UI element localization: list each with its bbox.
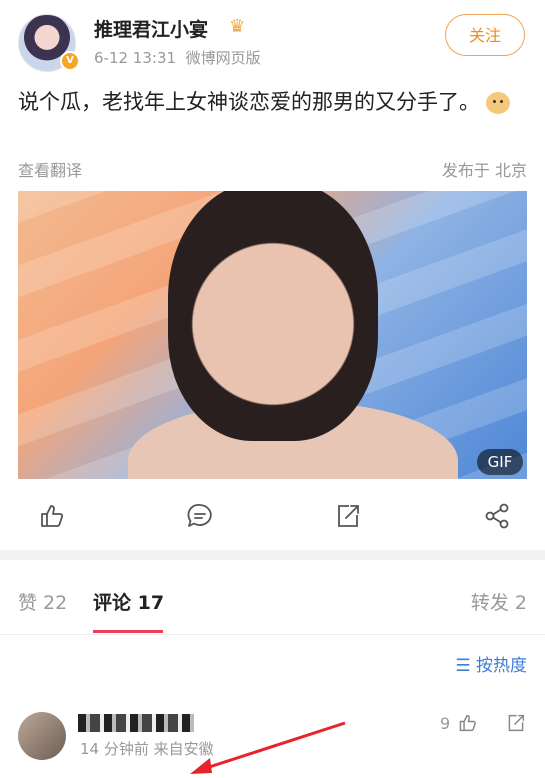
like-button[interactable]: [36, 501, 66, 531]
comment-button[interactable]: [185, 501, 215, 531]
tab-reposts[interactable]: 转发 2: [471, 588, 527, 615]
sort-icon: ☰: [455, 656, 471, 676]
tab-likes[interactable]: 赞 22: [18, 588, 67, 615]
post-text: 说个瓜，老找年上女神谈恋爱的那男的又分手了。: [18, 86, 523, 118]
author-name[interactable]: 推理君江小宴: [94, 15, 208, 42]
tabs-divider: [0, 634, 545, 635]
commenter-avatar[interactable]: [18, 712, 66, 760]
thumbs-up-icon: [41, 505, 64, 527]
tab-comments[interactable]: 评论 17: [93, 588, 164, 615]
post-location: 发布于 北京: [441, 161, 527, 180]
comment-icon: [187, 504, 212, 527]
repost-icon: [508, 714, 525, 732]
crown-icon: ♛: [229, 16, 246, 37]
comment-like-count: 9: [440, 714, 451, 733]
post-body: 说个瓜，老找年上女神谈恋爱的那男的又分手了。: [18, 90, 480, 114]
post-meta: 6-12 13:31 微博网页版: [94, 47, 261, 68]
repost-icon: [338, 505, 359, 527]
comment-like-button[interactable]: [456, 712, 478, 734]
comment-repost-button[interactable]: [505, 712, 527, 734]
annotation-arrow: [190, 721, 346, 774]
doge-emoji-icon: [486, 92, 510, 114]
verified-badge-icon: V: [60, 51, 80, 71]
thumbs-up-icon: [459, 714, 476, 732]
gif-badge: GIF: [477, 449, 523, 475]
active-tab-indicator: [93, 630, 163, 633]
share-icon: [485, 503, 509, 529]
sort-label: 按热度: [476, 656, 527, 676]
post-source: 微博网页版: [185, 49, 261, 67]
share-button[interactable]: [482, 501, 512, 531]
follow-button[interactable]: 关注: [445, 14, 525, 56]
gif-figure-head: [168, 191, 378, 441]
post-gif[interactable]: [18, 191, 527, 479]
repost-button[interactable]: [333, 501, 363, 531]
sort-by-hot-button[interactable]: ☰ 按热度: [455, 651, 527, 676]
translate-link[interactable]: 查看翻译: [18, 157, 82, 181]
post-time: 6-12 13:31: [94, 49, 177, 67]
section-divider: [0, 550, 545, 560]
